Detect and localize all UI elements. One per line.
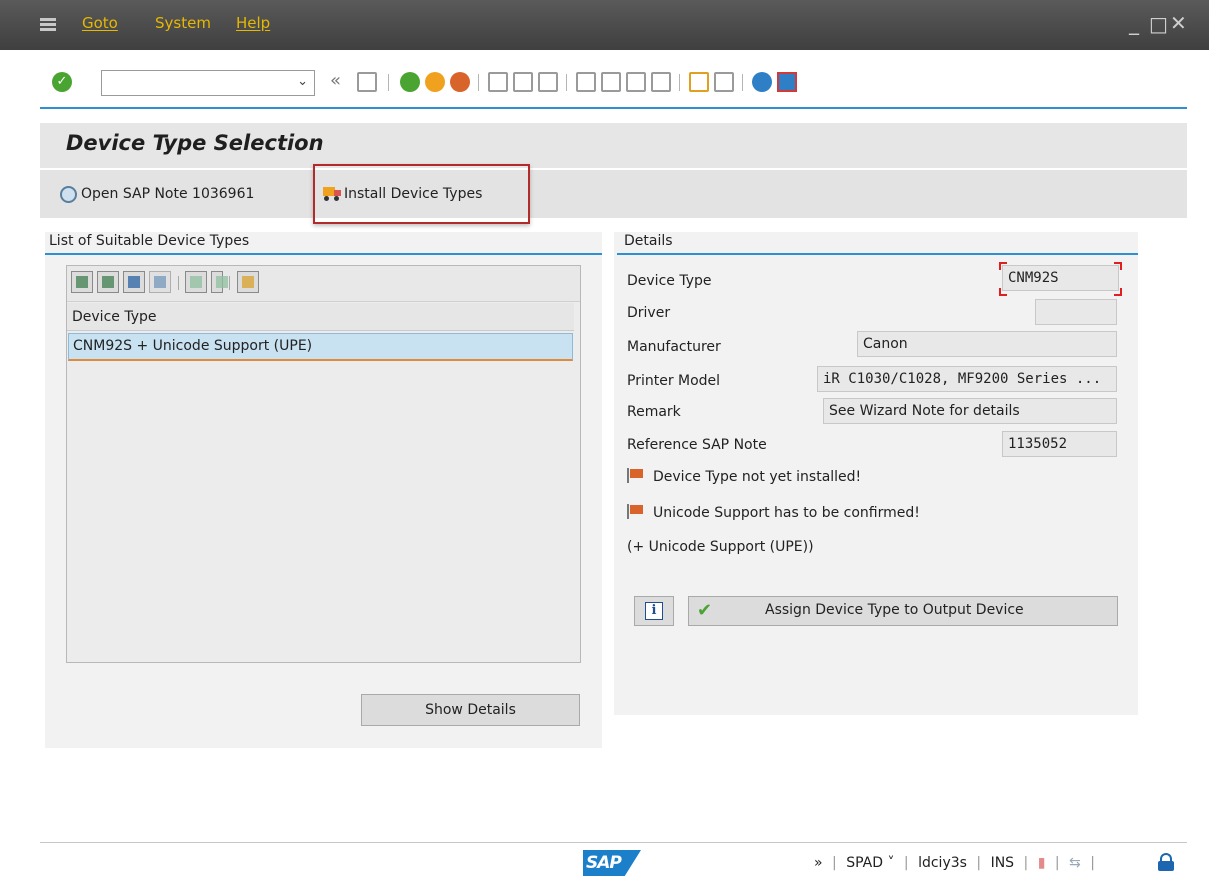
screen-title-bar: Device Type Selection bbox=[40, 123, 1187, 168]
column-header-device-type[interactable]: Device Type bbox=[67, 303, 574, 331]
system-name: ldciy3s bbox=[918, 855, 967, 871]
back-icon[interactable] bbox=[400, 72, 420, 92]
enter-checkmark-icon[interactable]: ✓ bbox=[52, 72, 72, 92]
assign-device-type-button[interactable]: ✔ Assign Device Type to Output Device bbox=[688, 596, 1118, 626]
chevron-down-icon[interactable]: ˅ bbox=[887, 855, 894, 871]
layout-grid-icon[interactable] bbox=[237, 271, 259, 293]
status-bar-divider bbox=[40, 842, 1187, 843]
save-icon[interactable] bbox=[357, 72, 377, 92]
print-icon[interactable] bbox=[488, 72, 508, 92]
sum-dropdown-icon[interactable] bbox=[211, 271, 228, 293]
warning-flag-icon bbox=[627, 504, 645, 519]
close-icon[interactable]: ✕ bbox=[1170, 11, 1187, 35]
device-type-list-group: List of Suitable Device Types Device Typ… bbox=[45, 232, 602, 748]
sum-icon[interactable] bbox=[185, 271, 207, 293]
assign-device-type-label: Assign Device Type to Output Device bbox=[765, 602, 1024, 618]
sort-ascending-icon[interactable] bbox=[71, 271, 93, 293]
show-details-button[interactable]: Show Details bbox=[361, 694, 580, 726]
shortcut-icon[interactable] bbox=[714, 72, 734, 92]
details-group: Details Device Type CNM92S Driver Manufa… bbox=[614, 232, 1138, 715]
sap-note-icon bbox=[60, 185, 77, 203]
lock-icon[interactable] bbox=[1158, 853, 1174, 871]
page-title: Device Type Selection bbox=[66, 131, 324, 155]
customize-layout-icon[interactable] bbox=[777, 72, 797, 92]
find-icon[interactable] bbox=[123, 271, 145, 293]
status-message-not-installed: Device Type not yet installed! bbox=[627, 468, 861, 485]
next-page-icon[interactable] bbox=[626, 72, 646, 92]
open-sap-note-label: Open SAP Note 1036961 bbox=[81, 186, 255, 202]
filter-icon[interactable] bbox=[97, 271, 119, 293]
minimize-icon[interactable]: _ bbox=[1129, 11, 1139, 35]
driver-label: Driver bbox=[627, 305, 671, 321]
group-title: List of Suitable Device Types bbox=[49, 233, 250, 249]
printer-model-field[interactable]: iR C1030/C1028, MF9200 Series ... bbox=[817, 366, 1117, 392]
reference-sap-note-field[interactable]: 1135052 bbox=[1002, 431, 1117, 457]
expand-status-icon[interactable]: » bbox=[814, 855, 823, 871]
menu-icon[interactable] bbox=[40, 18, 56, 31]
collapse-toolbar-icon[interactable]: « bbox=[330, 70, 341, 91]
help-icon[interactable] bbox=[752, 72, 772, 92]
toolbar-divider bbox=[40, 107, 1187, 109]
connection-icon: ⇆ bbox=[1069, 855, 1081, 871]
command-field[interactable]: ⌄ bbox=[101, 70, 315, 96]
menu-goto[interactable]: Goto bbox=[82, 14, 118, 32]
device-type-label: Device Type bbox=[627, 273, 712, 289]
title-bar: Goto System Help _ □ ✕ bbox=[0, 0, 1209, 50]
warning-flag-icon bbox=[627, 468, 645, 483]
exit-icon[interactable] bbox=[425, 72, 445, 92]
device-type-field[interactable]: CNM92S bbox=[1002, 265, 1119, 291]
open-sap-note-button[interactable]: Open SAP Note 1036961 bbox=[60, 170, 254, 218]
info-button[interactable]: i bbox=[634, 596, 674, 626]
status-message-unicode: Unicode Support has to be confirmed! bbox=[627, 504, 920, 521]
driver-field[interactable] bbox=[1035, 299, 1117, 325]
highlight-frame bbox=[313, 164, 530, 224]
grid-toolbar bbox=[67, 266, 580, 302]
checkmark-icon: ✔ bbox=[697, 600, 713, 621]
status-bar-info: » | SPAD ˅ | ldciy3s | INS | ▮ | ⇆ | bbox=[814, 855, 1095, 871]
insert-mode: INS bbox=[990, 855, 1015, 871]
performance-icon: ▮ bbox=[1037, 855, 1046, 871]
last-page-icon[interactable] bbox=[651, 72, 671, 92]
unicode-note: (+ Unicode Support (UPE)) bbox=[627, 539, 814, 555]
table-row[interactable]: CNM92S + Unicode Support (UPE) bbox=[68, 333, 573, 361]
manufacturer-label: Manufacturer bbox=[627, 339, 721, 355]
menu-system[interactable]: System bbox=[155, 14, 211, 32]
sap-logo: SAP bbox=[583, 850, 641, 876]
cancel-icon[interactable] bbox=[450, 72, 470, 92]
find-next-icon[interactable] bbox=[538, 72, 558, 92]
first-page-icon[interactable] bbox=[576, 72, 596, 92]
chevron-down-icon[interactable]: ⌄ bbox=[297, 74, 308, 89]
manufacturer-field[interactable]: Canon bbox=[857, 331, 1117, 357]
remark-label: Remark bbox=[627, 404, 681, 420]
reference-sap-note-label: Reference SAP Note bbox=[627, 437, 767, 453]
remark-field[interactable]: See Wizard Note for details bbox=[823, 398, 1117, 424]
application-toolbar: Open SAP Note 1036961 Install Device Typ… bbox=[40, 170, 1187, 218]
find-next-icon[interactable] bbox=[149, 271, 171, 293]
device-type-grid: Device Type CNM92S + Unicode Support (UP… bbox=[66, 265, 581, 663]
printer-model-label: Printer Model bbox=[627, 373, 721, 389]
info-icon: i bbox=[645, 602, 663, 620]
create-session-icon[interactable] bbox=[689, 72, 709, 92]
find-icon[interactable] bbox=[513, 72, 533, 92]
maximize-icon[interactable]: □ bbox=[1149, 12, 1168, 36]
transaction-code[interactable]: SPAD bbox=[846, 855, 883, 871]
previous-page-icon[interactable] bbox=[601, 72, 621, 92]
group-title: Details bbox=[624, 233, 673, 249]
menu-help[interactable]: Help bbox=[236, 14, 270, 32]
